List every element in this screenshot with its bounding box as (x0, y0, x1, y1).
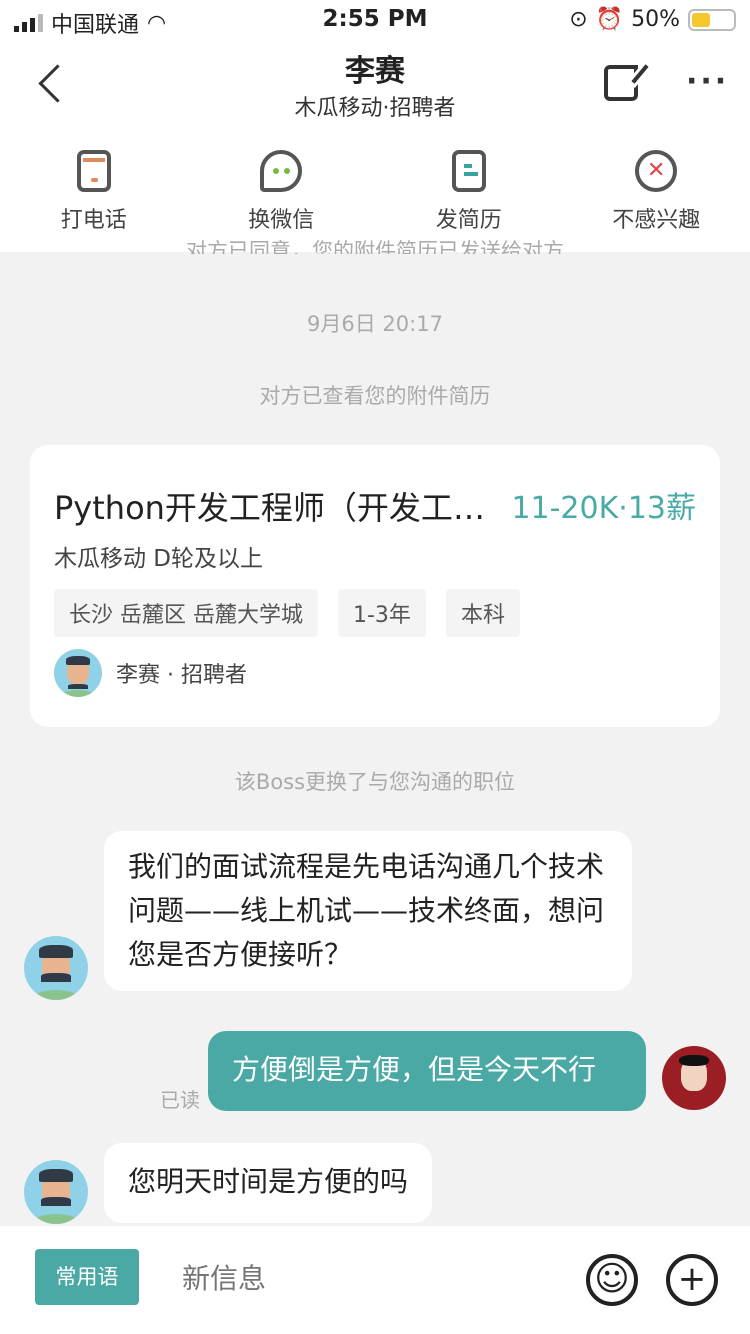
job-title: Python开发工程师（开发工程师） (54, 489, 504, 527)
phone-icon (76, 150, 111, 192)
action-bar: 打电话 换微信 发简历 ✕ 不感兴趣 (0, 130, 750, 252)
status-bar: 中国联通 ◠ 2:55 PM ⊙ ⏰ 50% (0, 0, 750, 40)
recruiter-avatar[interactable] (24, 1160, 88, 1224)
job-tag: 长沙 岳麓区 岳麓大学城 (54, 589, 318, 637)
action-label: 发简历 (435, 208, 502, 233)
action-label: 不感兴趣 (612, 208, 701, 233)
edit-icon[interactable] (604, 65, 638, 101)
read-status: 已读 (160, 1088, 200, 1112)
more-icon[interactable]: ··· (686, 64, 729, 99)
emoji-icon[interactable]: ☺ (586, 1254, 638, 1306)
recruiter-label: 李赛 · 招聘者 (116, 663, 247, 688)
call-button[interactable]: 打电话 (0, 130, 188, 252)
action-label: 打电话 (60, 208, 127, 233)
job-card[interactable]: Python开发工程师（开发工程师） 11-20K·13薪 木瓜移动 D轮及以上… (30, 445, 720, 727)
close-icon: ✕ (635, 150, 678, 192)
input-bar: 常用语 ☺ + (0, 1226, 750, 1334)
action-label: 换微信 (248, 208, 315, 233)
message-bubble: 我们的面试流程是先电话沟通几个技术问题——线上机试——技术终面，想问您是否方便接… (104, 831, 632, 991)
send-resume-button[interactable]: 发简历 (375, 130, 563, 252)
rotation-lock-icon: ⊙ (569, 7, 588, 32)
timestamp: 9月6日 20:17 (307, 312, 443, 336)
job-salary: 11-20K·13薪 (511, 491, 696, 526)
recruiter-avatar[interactable] (24, 936, 88, 1000)
system-notice: 对方已查看您的附件简历 (259, 384, 491, 408)
job-tag: 1-3年 (338, 589, 426, 637)
recruiter-avatar (54, 649, 102, 697)
system-notice: 对方已同意，您的附件简历已发送给对方 (186, 239, 564, 254)
message-bubble: 您明天时间是方便的吗 (104, 1143, 433, 1223)
system-notice: 该Boss更换了与您沟通的职位 (234, 770, 516, 794)
message-input[interactable] (182, 1262, 562, 1295)
alarm-icon: ⏰ (595, 7, 624, 32)
nav-header: 李赛 木瓜移动·招聘者 ··· (0, 40, 750, 130)
message-bubble-mine: 方便倒是方便，但是今天不行 (208, 1031, 646, 1111)
battery-icon (688, 8, 736, 31)
wechat-button[interactable]: 换微信 (188, 130, 376, 252)
plus-icon[interactable]: + (666, 1254, 718, 1306)
job-company: 木瓜移动 D轮及以上 (54, 546, 264, 572)
battery-percent: 50% (631, 7, 680, 32)
job-tag: 本科 (445, 589, 520, 637)
my-avatar[interactable] (662, 1046, 726, 1110)
not-interested-button[interactable]: ✕ 不感兴趣 (563, 130, 750, 252)
wechat-icon (260, 150, 303, 192)
resume-icon (451, 150, 486, 192)
quick-phrases-button[interactable]: 常用语 (35, 1249, 139, 1305)
